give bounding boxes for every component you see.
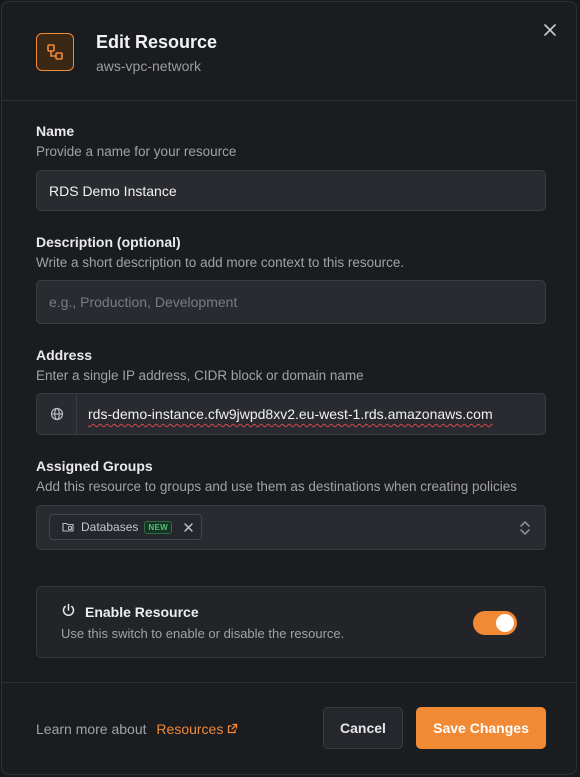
- name-label: Name: [36, 123, 75, 139]
- dialog-subtitle: aws-vpc-network: [96, 58, 202, 74]
- save-changes-button[interactable]: Save Changes: [416, 707, 546, 749]
- enable-resource-title: Enable Resource: [85, 604, 199, 620]
- address-label: Address: [36, 347, 93, 363]
- remove-chip-icon[interactable]: [184, 522, 193, 532]
- folder-network-icon: [62, 522, 74, 532]
- dialog-header: Edit Resource aws-vpc-network: [2, 2, 576, 101]
- dialog-title: Edit Resource: [96, 32, 218, 52]
- new-badge: NEW: [144, 520, 172, 534]
- power-icon: [61, 603, 76, 623]
- groups-select[interactable]: Databases NEW: [36, 505, 546, 550]
- dialog-footer: Learn more about Resources Cancel Save C…: [2, 682, 576, 774]
- close-icon[interactable]: [540, 20, 560, 40]
- description-input[interactable]: [37, 281, 545, 323]
- address-value[interactable]: rds-demo-instance.cfw9jwpd8xv2.eu-west-1…: [88, 406, 493, 422]
- address-input[interactable]: rds-demo-instance.cfw9jwpd8xv2.eu-west-1…: [36, 393, 546, 435]
- resources-link[interactable]: Resources: [156, 721, 238, 737]
- toggle-knob: [496, 614, 514, 632]
- description-input-wrapper: [36, 280, 546, 324]
- resource-icon: [36, 33, 74, 71]
- enable-resource-toggle[interactable]: [473, 611, 517, 635]
- description-help: Write a short description to add more co…: [36, 255, 405, 270]
- enable-resource-card: Enable Resource Use this switch to enabl…: [36, 586, 546, 658]
- edit-resource-dialog: Edit Resource aws-vpc-network Name Provi…: [1, 1, 577, 775]
- name-input[interactable]: [37, 171, 545, 210]
- description-label: Description (optional): [36, 234, 181, 250]
- groups-label: Assigned Groups: [36, 458, 153, 474]
- address-prefix: [37, 394, 77, 434]
- resources-link-label: Resources: [156, 721, 224, 737]
- enable-resource-description: Use this switch to enable or disable the…: [61, 626, 345, 641]
- chevron-up-down-icon[interactable]: [519, 520, 531, 541]
- address-help: Enter a single IP address, CIDR block or…: [36, 368, 364, 383]
- name-help: Provide a name for your resource: [36, 144, 237, 159]
- groups-help: Add this resource to groups and use them…: [36, 479, 518, 494]
- external-link-icon: [228, 723, 238, 734]
- group-chip-label: Databases: [81, 520, 139, 534]
- globe-icon: [50, 407, 63, 421]
- group-chip-databases: Databases NEW: [49, 514, 202, 540]
- learn-more: Learn more about Resources: [36, 721, 238, 737]
- name-input-wrapper: [36, 170, 546, 211]
- learn-more-text: Learn more about: [36, 721, 147, 737]
- cancel-button[interactable]: Cancel: [323, 707, 403, 749]
